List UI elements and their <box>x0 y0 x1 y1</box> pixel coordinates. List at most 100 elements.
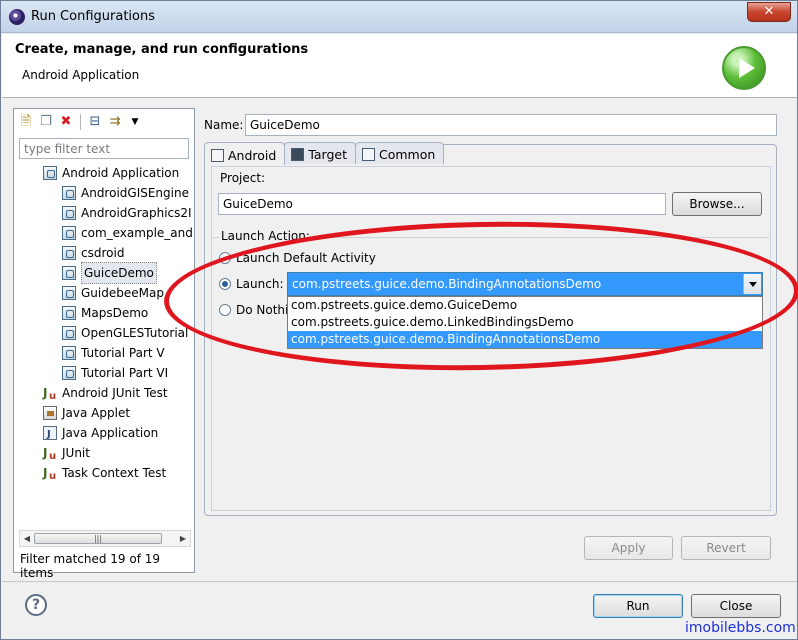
tree-horizontal-scrollbar[interactable]: ◀ ||| ▶ <box>19 530 191 547</box>
project-label: Project: <box>220 171 266 185</box>
combo-selected-value: com.pstreets.guice.demo.BindingAnnotatio… <box>292 277 602 291</box>
radio-default-label: Launch Default Activity <box>236 251 376 265</box>
scrollbar-thumb[interactable]: ||| <box>34 533 162 544</box>
tree-toolbar: 🗎 ❐ ✖ ⊟ ⇉ ▼ <box>18 112 143 132</box>
tab-label: Target <box>308 147 347 162</box>
tree-item-label: Tutorial Part V <box>81 346 165 360</box>
scroll-right-icon[interactable]: ▶ <box>177 532 189 545</box>
tab-label: Android <box>228 147 277 163</box>
run-button[interactable]: Run <box>593 594 683 618</box>
dropdown-option[interactable]: com.pstreets.guice.demo.BindingAnnotatio… <box>288 331 762 348</box>
tab-label: Common <box>379 147 436 162</box>
project-field[interactable] <box>218 193 666 215</box>
radio-launch-button[interactable] <box>219 278 231 290</box>
tab-target[interactable]: Target <box>284 142 356 164</box>
tree-item[interactable]: csdroid <box>62 243 124 263</box>
tree-item-label: Android JUnit Test <box>62 386 168 400</box>
radio-default-button[interactable] <box>219 252 231 264</box>
help-icon[interactable]: ? <box>25 594 47 616</box>
revert-button[interactable]: Revert <box>681 536 771 560</box>
junit-icon <box>43 443 57 467</box>
configuration-tree-panel: 🗎 ❐ ✖ ⊟ ⇉ ▼ Android Application AndroidGI… <box>13 108 195 580</box>
dialog-header: Create, manage, and run configurations A… <box>2 34 797 98</box>
tree-item-label: com_example_and <box>81 226 193 240</box>
apply-button[interactable]: Apply <box>584 536 673 560</box>
tree-item-label: csdroid <box>81 246 125 260</box>
filter-configurations-icon[interactable]: ⇉ <box>107 114 123 130</box>
android-config-icon <box>62 206 76 220</box>
tree-item[interactable]: Android Application <box>43 163 179 183</box>
watermark: imobilebbs.com <box>685 620 796 636</box>
header-title: Create, manage, and run configurations <box>15 42 309 57</box>
radio-launch[interactable]: Launch: <box>219 277 284 291</box>
collapse-all-icon[interactable]: ⊟ <box>87 114 103 130</box>
android-config-icon <box>62 286 76 300</box>
filter-input[interactable] <box>19 138 189 159</box>
launch-activity-combo[interactable]: com.pstreets.guice.demo.BindingAnnotatio… <box>287 272 763 296</box>
tree-item[interactable]: GuiceDemo <box>62 262 157 284</box>
tree-item[interactable]: Task Context Test <box>43 463 167 487</box>
window-close-button[interactable]: ✕ <box>747 2 791 22</box>
footer-divider <box>2 581 797 582</box>
android-config-icon <box>62 306 76 320</box>
eclipse-icon <box>9 9 25 25</box>
tree-item[interactable]: AndroidGraphics2I <box>62 203 192 223</box>
dropdown-option[interactable]: com.pstreets.guice.demo.LinkedBindingsDe… <box>288 314 762 331</box>
configuration-name-field[interactable] <box>245 114 777 136</box>
android-config-icon <box>62 186 76 200</box>
android-config-icon <box>62 366 76 380</box>
scroll-left-icon[interactable]: ◀ <box>21 532 33 545</box>
launch-action-title: Launch Action: <box>219 229 312 243</box>
tree-item[interactable]: MapsDemo <box>62 303 148 323</box>
android-config-icon <box>62 326 76 340</box>
radio-launch-label: Launch: <box>236 277 284 291</box>
tree-item-label: Task Context Test <box>62 466 167 480</box>
applet-icon <box>43 406 57 420</box>
browse-button[interactable]: Browse... <box>672 192 762 216</box>
tree-item-label: GuidebeeMap <box>81 286 164 300</box>
tree-item-label: JUnit <box>62 446 90 460</box>
radio-nothing-button[interactable] <box>219 304 231 316</box>
tree-item[interactable]: Tutorial Part V <box>62 343 165 363</box>
android-launch-icon <box>43 166 57 180</box>
android-tab-icon <box>211 148 224 162</box>
tree-item[interactable]: OpenGLESTutorial <box>62 323 188 343</box>
tree-item[interactable]: JUnit <box>43 443 90 467</box>
tree-item-label: Java Application <box>62 426 159 440</box>
tab-common[interactable]: Common <box>355 142 445 164</box>
radio-launch-default[interactable]: Launch Default Activity <box>219 251 376 265</box>
chevron-down-icon[interactable] <box>743 274 761 294</box>
tab-android[interactable]: Android <box>204 142 286 165</box>
tree-item[interactable]: Android JUnit Test <box>43 383 168 407</box>
android-config-icon <box>62 266 76 280</box>
tree-item-label: AndroidGISEngine <box>81 186 189 200</box>
android-config-icon <box>62 246 76 260</box>
header-subtitle: Android Application <box>22 68 140 82</box>
tree-item-label: Java Applet <box>62 406 131 420</box>
view-menu-chevron-down-icon[interactable]: ▼ <box>127 114 143 130</box>
tree-item[interactable]: Java Application <box>43 423 159 445</box>
tree-item-label: Tutorial Part VI <box>81 366 169 380</box>
dropdown-option[interactable]: com.pstreets.guice.demo.GuiceDemo <box>288 297 762 314</box>
tree-item[interactable]: AndroidGISEngine <box>62 183 189 203</box>
java-app-icon <box>43 425 57 445</box>
name-label: Name: <box>204 118 244 132</box>
close-button[interactable]: Close <box>691 594 781 618</box>
launch-activity-dropdown: com.pstreets.guice.demo.GuiceDemo com.pst… <box>287 296 763 349</box>
tree-item[interactable]: Tutorial Part VI <box>62 363 168 383</box>
android-config-icon <box>62 346 76 360</box>
delete-configuration-icon[interactable]: ✖ <box>58 114 74 130</box>
tree-item[interactable]: Java Applet <box>43 403 130 423</box>
android-config-icon <box>62 226 76 240</box>
target-device-icon <box>291 148 305 161</box>
tree-item[interactable]: com_example_and <box>62 223 193 243</box>
junit-icon <box>43 383 57 407</box>
duplicate-configuration-icon[interactable]: ❐ <box>38 114 54 130</box>
tree-item[interactable]: GuidebeeMap <box>62 283 164 303</box>
run-configurations-dialog: Run Configurations ✕ Create, manage, and… <box>0 0 798 640</box>
new-configuration-icon[interactable]: 🗎 <box>18 114 34 130</box>
tree-item-label: GuiceDemo <box>81 262 157 284</box>
window-title: Run Configurations <box>31 9 155 24</box>
tree-item-label: AndroidGraphics2I <box>81 206 192 220</box>
junit-icon <box>43 463 57 487</box>
